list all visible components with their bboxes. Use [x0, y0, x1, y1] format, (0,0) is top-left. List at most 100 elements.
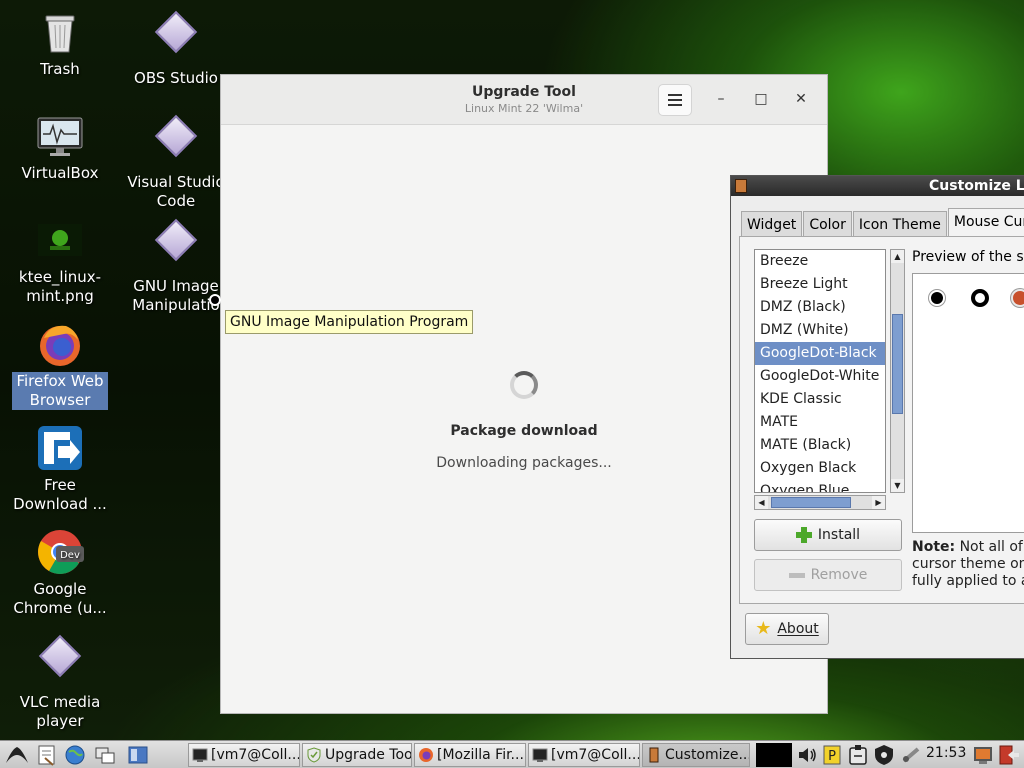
desktop-icon-vlc[interactable]: VLC media player	[4, 632, 116, 731]
network-icon[interactable]	[900, 743, 922, 767]
list-item[interactable]: MATE (Black)	[755, 434, 885, 457]
desktop-icon-label: OBS Studio	[134, 69, 218, 87]
scroll-down-icon[interactable]: ▼	[891, 479, 904, 492]
list-item[interactable]: Oxygen Blue	[755, 480, 885, 492]
horizontal-scrollbar[interactable]: ◀ ▶	[754, 495, 886, 510]
tab-color[interactable]: Color	[803, 211, 852, 238]
upgrade-tool-header[interactable]: Upgrade Tool Linux Mint 22 'Wilma' – □ ✕	[221, 75, 827, 125]
desktop-icon-visual-studio-code[interactable]: Visual Studio Code	[120, 112, 232, 211]
desktop-icon-label: Firefox Web Browser	[12, 372, 108, 410]
customize-titlebar[interactable]: Customize Lo	[731, 176, 1024, 196]
remove-button[interactable]: Remove	[754, 559, 902, 591]
mint-shield-icon	[306, 747, 322, 763]
desktop-icon-label: Visual Studio Code	[127, 173, 225, 210]
desktop-icon-free-download-manager[interactable]: Free Download ...	[4, 424, 116, 514]
scrollbar-thumb[interactable]	[892, 314, 903, 414]
install-label: Install	[817, 527, 861, 543]
clock[interactable]: 21:53	[926, 745, 966, 761]
desktop-icon-label: Google Chrome (u...	[13, 580, 107, 617]
taskbar-task[interactable]: [vm7@Coll...	[528, 743, 640, 767]
volume-icon[interactable]	[796, 743, 820, 767]
tab-widget[interactable]: Widget	[741, 211, 803, 238]
menu-line	[668, 104, 682, 106]
desktop-icon-image-file[interactable]: ktee_linux-mint.png	[4, 216, 116, 306]
list-item[interactable]: MATE	[755, 411, 885, 434]
desktop-icon-firefox[interactable]: Firefox Web Browser	[4, 320, 116, 410]
desktop-icon-label: ktee_linux-mint.png	[18, 268, 102, 305]
chrome-icon: Dev	[36, 528, 84, 576]
scroll-left-icon[interactable]: ◀	[755, 496, 768, 509]
about-label: About	[777, 621, 819, 637]
user-icon[interactable]	[972, 743, 994, 767]
maximize-button[interactable]: □	[751, 89, 771, 109]
tab-mouse-cursor[interactable]: Mouse Cursor	[947, 208, 1024, 238]
window-subtitle: Linux Mint 22 'Wilma'	[464, 102, 584, 115]
menu-line	[668, 99, 682, 101]
monitor-icon	[36, 112, 84, 160]
tab-bar: Widget Color Icon Theme Mouse Cursor	[741, 208, 1024, 238]
cursor-theme-list[interactable]: Breeze Breeze Light DMZ (Black) DMZ (Whi…	[754, 249, 886, 493]
desktop-icon-label: VirtualBox	[21, 164, 99, 182]
scroll-up-icon[interactable]: ▲	[891, 250, 904, 263]
taskbar-task-active[interactable]: Customize...	[642, 743, 750, 767]
list-item[interactable]: Breeze	[755, 250, 885, 273]
browser-globe-icon[interactable]	[64, 743, 86, 767]
taskbar-task[interactable]: [Mozilla Fir...	[414, 743, 526, 767]
show-desktop-icon[interactable]	[126, 743, 150, 767]
svg-text:P: P	[828, 749, 836, 764]
workspace-switcher[interactable]	[756, 743, 792, 767]
note-text: Note: Not all of t cursor theme on-t ful…	[912, 539, 1024, 590]
app-diamond-icon	[152, 114, 200, 169]
customize-app-icon	[735, 179, 747, 193]
app-diamond-icon	[36, 634, 84, 689]
scrollbar-thumb[interactable]	[771, 497, 851, 508]
image-thumbnail-icon	[36, 216, 84, 264]
note-label: Note:	[912, 539, 956, 555]
plus-icon	[795, 527, 812, 543]
taskbar-task[interactable]: [vm7@Coll...	[188, 743, 300, 767]
hamburger-menu-button[interactable]	[658, 84, 692, 116]
list-item[interactable]: Breeze Light	[755, 273, 885, 296]
task-label: Customize...	[665, 747, 750, 763]
taskbar-task[interactable]: Upgrade Tool	[302, 743, 412, 767]
task-label: Upgrade Tool	[325, 747, 412, 763]
desktop-icon-google-chrome[interactable]: Dev Google Chrome (u...	[4, 528, 116, 618]
scroll-right-icon[interactable]: ▶	[872, 496, 885, 509]
logout-icon[interactable]	[998, 743, 1020, 767]
preview-label: Preview of the se	[912, 249, 1024, 265]
taskbar: [vm7@Coll... Upgrade Tool [Mozilla Fir..…	[0, 740, 1024, 768]
list-item-selected[interactable]: GoogleDot-Black	[755, 342, 885, 365]
desktop-icon-trash[interactable]: Trash	[4, 8, 116, 79]
desktop-icon-label: Free Download ...	[13, 476, 107, 513]
about-button[interactable]: ★ About	[745, 613, 829, 645]
mouse-cursor-panel: Breeze Breeze Light DMZ (Black) DMZ (Whi…	[739, 236, 1024, 604]
list-item[interactable]: KDE Classic	[755, 388, 885, 411]
remove-label: Remove	[810, 567, 868, 583]
minimize-button[interactable]: –	[711, 89, 731, 109]
cursor-dot-icon	[931, 292, 943, 304]
close-button[interactable]: ✕	[791, 89, 811, 109]
start-menu-icon[interactable]	[4, 743, 30, 767]
window-title: Upgrade Tool	[472, 84, 576, 100]
cursor-busy-icon	[1011, 289, 1024, 307]
shield-icon[interactable]	[872, 743, 896, 767]
p-app-icon[interactable]: P	[822, 743, 842, 767]
file-manager-icon[interactable]	[36, 743, 58, 767]
list-item[interactable]: DMZ (White)	[755, 319, 885, 342]
clipboard-icon[interactable]	[846, 743, 870, 767]
desktop-icon-virtualbox[interactable]: VirtualBox	[4, 112, 116, 183]
windows-switcher-icon[interactable]	[94, 743, 116, 767]
vertical-scrollbar[interactable]: ▲ ▼	[890, 249, 905, 493]
desktop-icon-obs-studio[interactable]: OBS Studio	[120, 8, 232, 88]
loading-spinner-icon	[510, 371, 538, 399]
list-item[interactable]: DMZ (Black)	[755, 296, 885, 319]
svg-text:Dev: Dev	[60, 550, 80, 561]
task-label: [vm7@Coll...	[551, 747, 640, 763]
install-button[interactable]: Install	[754, 519, 902, 551]
minus-icon	[788, 572, 805, 578]
list-item[interactable]: GoogleDot-White	[755, 365, 885, 388]
list-item[interactable]: Oxygen Black	[755, 457, 885, 480]
tab-icon-theme[interactable]: Icon Theme	[852, 211, 947, 238]
firefox-icon	[418, 747, 434, 763]
trash-icon	[36, 8, 84, 56]
